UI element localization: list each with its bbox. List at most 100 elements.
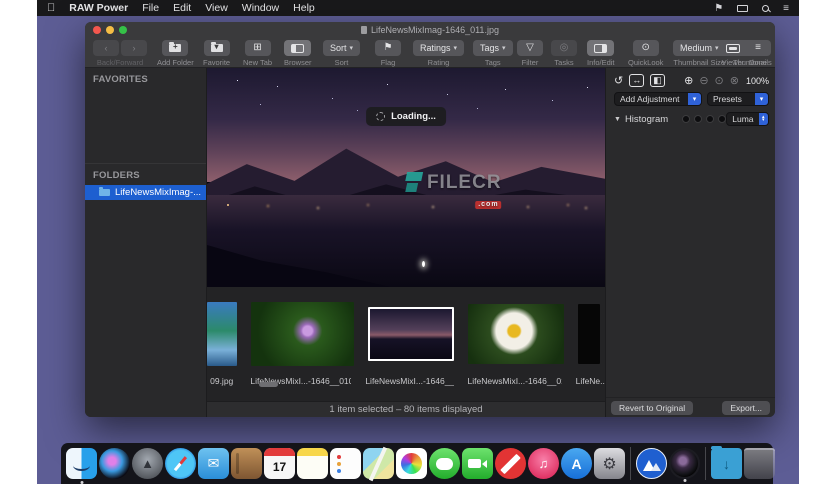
filter-funnel-icon: ▽ bbox=[526, 43, 534, 53]
dock-icon-notes[interactable] bbox=[297, 448, 328, 479]
channel-dot[interactable] bbox=[694, 115, 702, 123]
favorite-group: ▾ Favorite bbox=[203, 40, 230, 67]
inspector-panel: ↺ ↔ ◧ ⊕ ⊖ ⊙ ⊗ 100% Add Adjustment ▾ bbox=[605, 68, 775, 417]
add-adjustment-dropdown[interactable]: Add Adjustment ▾ bbox=[614, 92, 702, 106]
dock-icon-maps[interactable] bbox=[363, 448, 394, 479]
dock-icon-blocked-app[interactable] bbox=[495, 448, 526, 479]
menu-view[interactable]: View bbox=[205, 2, 228, 14]
favorite-button[interactable]: ▾ bbox=[204, 40, 230, 56]
status-bar: 1 item selected – 80 items displayed bbox=[207, 401, 605, 417]
new-tab-button[interactable]: ⊞ bbox=[245, 40, 271, 56]
dock-icon-siri[interactable] bbox=[99, 448, 130, 479]
thumbnail-item[interactable] bbox=[207, 302, 237, 366]
channel-dot[interactable] bbox=[706, 115, 714, 123]
add-folder-button[interactable]: + bbox=[162, 40, 188, 56]
quicklook-group: ⊙ QuickLook bbox=[628, 40, 663, 67]
export-button[interactable]: Export... bbox=[722, 401, 770, 415]
dock-icon-launchpad[interactable]: ▲ bbox=[132, 448, 163, 479]
menu-file[interactable]: File bbox=[142, 2, 159, 14]
photo-stars bbox=[237, 80, 238, 81]
apple-menu-icon[interactable]:  bbox=[47, 2, 55, 14]
forward-button[interactable]: › bbox=[121, 40, 147, 56]
favorites-header: FAVORITES bbox=[85, 68, 206, 89]
done-button[interactable]: ≡ bbox=[745, 40, 771, 56]
tags-group: Tags▾ Tags bbox=[473, 40, 513, 67]
dock-icon-photos[interactable] bbox=[396, 448, 427, 479]
dock-icon-mail[interactable]: ✉ bbox=[198, 448, 229, 479]
viewer-screen-icon bbox=[726, 44, 740, 53]
zoom-fit-icon[interactable]: ⊙ bbox=[715, 74, 724, 87]
tags-dropdown[interactable]: Tags▾ bbox=[473, 40, 513, 56]
flip-icon[interactable]: ↔ bbox=[629, 74, 644, 87]
dock-icon-camera-app[interactable] bbox=[669, 448, 700, 479]
dock-icon-reminders[interactable] bbox=[330, 448, 361, 479]
menu-help[interactable]: Help bbox=[293, 2, 315, 14]
dock-icon-messages[interactable] bbox=[429, 448, 460, 479]
channel-dot[interactable] bbox=[718, 115, 726, 123]
viewer-button[interactable] bbox=[719, 40, 747, 56]
thumbnail-night-scene[interactable] bbox=[368, 307, 454, 361]
filter-button[interactable]: ▽ bbox=[517, 40, 543, 56]
thumbnail-item[interactable] bbox=[468, 304, 564, 364]
flag-button[interactable]: ⚑ bbox=[375, 40, 401, 56]
filter-group: ▽ Filter bbox=[517, 40, 543, 67]
zoom-out-icon[interactable]: ⊖ bbox=[699, 74, 708, 87]
disclosure-triangle-icon[interactable]: ▼ bbox=[614, 116, 621, 123]
thumbnail-item[interactable] bbox=[578, 304, 600, 364]
presets-dropdown[interactable]: Presets ▾ bbox=[707, 92, 769, 106]
app-menu[interactable]: RAW Power bbox=[69, 2, 128, 14]
menu-window[interactable]: Window bbox=[242, 2, 279, 14]
thumbnail-item[interactable] bbox=[251, 302, 354, 366]
loading-indicator: Loading... bbox=[366, 107, 446, 126]
dock-icon-facetime[interactable] bbox=[462, 448, 493, 479]
browser-layout-icon bbox=[291, 44, 304, 53]
watermark: FILECR .com bbox=[406, 172, 502, 216]
rotate-icon[interactable]: ↺ bbox=[614, 74, 623, 87]
dock-icon-contacts[interactable] bbox=[231, 448, 262, 479]
dock-icon-calendar[interactable]: 17 bbox=[264, 448, 295, 479]
revert-to-original-button[interactable]: Revert to Original bbox=[611, 401, 693, 415]
zoom-actual-icon[interactable]: ⊗ bbox=[730, 74, 739, 87]
filmstrip-scrollbar[interactable] bbox=[259, 382, 278, 387]
thumbnail-dark[interactable] bbox=[578, 304, 600, 364]
thumbnail-size-dropdown[interactable]: Medium▾ bbox=[673, 40, 726, 56]
adjust-icon[interactable]: ◧ bbox=[650, 74, 665, 87]
dock-icon-safari[interactable] bbox=[165, 448, 196, 479]
dock-icon-system-preferences[interactable]: ⚙ bbox=[594, 448, 625, 479]
status-flag-icon[interactable]: ⚑ bbox=[714, 3, 723, 14]
chevron-down-icon: ▾ bbox=[688, 93, 701, 105]
thumbnail-item-selected[interactable] bbox=[368, 307, 454, 361]
photo-viewer[interactable]: Loading... FILECR .com bbox=[207, 68, 605, 287]
histogram-channel-dropdown[interactable]: Luma ▴▾ bbox=[726, 112, 769, 126]
watermark-text: FILECR .com bbox=[427, 172, 502, 216]
dock-icon-app-store[interactable]: A bbox=[561, 448, 592, 479]
thumbnail-purple-flower[interactable] bbox=[251, 302, 354, 366]
chevron-down-icon: ▾ bbox=[502, 44, 506, 52]
back-button[interactable]: ‹ bbox=[93, 40, 119, 56]
sidebar-item-folder[interactable]: LifeNewsMixImag-... bbox=[85, 185, 206, 200]
stepper-icon: ▴▾ bbox=[759, 113, 769, 125]
ratings-dropdown[interactable]: Ratings▾ bbox=[413, 40, 464, 56]
browser-button[interactable] bbox=[284, 40, 311, 56]
spotlight-search-icon[interactable] bbox=[762, 5, 769, 12]
dock-icon-trash[interactable] bbox=[744, 448, 775, 479]
thumbnail-daisy[interactable] bbox=[468, 304, 564, 364]
inspector-footer: Revert to Original Export... bbox=[606, 397, 775, 417]
dock-icon-finder[interactable] bbox=[66, 448, 97, 479]
display-status-icon[interactable] bbox=[737, 5, 748, 12]
histogram-label: Histogram bbox=[625, 114, 668, 125]
thumbnail-waterfall[interactable] bbox=[207, 302, 237, 366]
dock-icon-downloads[interactable]: ↓ bbox=[711, 448, 742, 479]
tasks-button[interactable]: ◎ bbox=[551, 40, 577, 56]
channel-dot[interactable] bbox=[682, 115, 690, 123]
info-edit-button[interactable] bbox=[587, 40, 614, 56]
dock-icon-itunes[interactable]: ♫ bbox=[528, 448, 559, 479]
inspector-tools-row: ↺ ↔ ◧ ⊕ ⊖ ⊙ ⊗ 100% bbox=[614, 74, 769, 87]
notification-center-icon[interactable]: ≡ bbox=[783, 3, 789, 14]
zoom-in-icon[interactable]: ⊕ bbox=[684, 74, 693, 87]
menu-edit[interactable]: Edit bbox=[173, 2, 191, 14]
sort-dropdown[interactable]: Sort▾ bbox=[323, 40, 360, 56]
dock-separator bbox=[705, 447, 706, 480]
quicklook-button[interactable]: ⊙ bbox=[633, 40, 659, 56]
dock-icon-raw-power[interactable] bbox=[636, 448, 667, 479]
